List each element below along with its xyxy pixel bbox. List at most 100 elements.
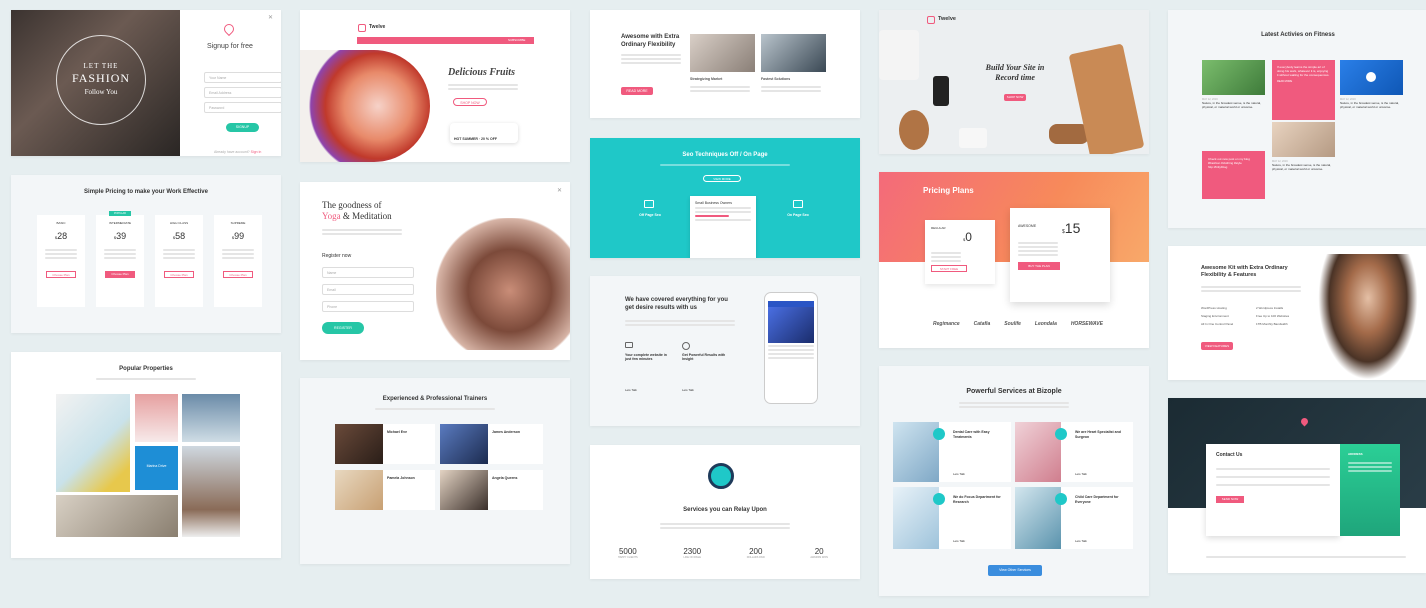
covered-link-1[interactable]: Lets Talk (625, 388, 637, 392)
property-image-4 (182, 446, 240, 537)
bread-image (899, 110, 929, 150)
fruits-brand: Twelve (369, 24, 386, 30)
plan-features (214, 241, 262, 267)
password-field[interactable]: Password (204, 102, 281, 113)
feature-item: 1TB Monthly Bandwidth (1256, 322, 1288, 326)
service-4-title: Child Care Department for Everyone (1075, 495, 1119, 504)
seo-center-card: Small Business Owners (690, 196, 756, 258)
plan-price: $99 (214, 231, 262, 241)
awesome-plan-card: AWESOME $15 BUY THE PLAN (1010, 208, 1110, 302)
plan-features (155, 241, 203, 267)
contact-send-button[interactable]: SEND NOW (1216, 496, 1244, 503)
service-photo-2 (1015, 422, 1061, 482)
feature-item: Staging Environment (1201, 314, 1229, 318)
client-logo: HORSEWAVE (1070, 321, 1103, 327)
fitness-tile-1: MAY 12, 2019 Nature, in the broadest sen… (1202, 98, 1265, 109)
regular-start-button[interactable]: START FREE (931, 265, 967, 272)
plan-basic: BASIC $28 Choose Plan (37, 215, 85, 307)
tooth-icon (933, 428, 945, 440)
account-text-label: Already have account? (214, 150, 250, 154)
shop-now-button[interactable]: SHOP NOW (453, 98, 487, 106)
property-featured-tile[interactable]: Marina Drive (135, 446, 178, 490)
popular-title: Popular Properties (119, 366, 173, 372)
plan-price: $58 (155, 231, 203, 241)
fitness-tile-2-link[interactable]: READ MORE (1277, 80, 1330, 83)
service-4-link[interactable]: Lets Talk (1075, 539, 1087, 543)
fruits-subscribe-button[interactable]: SUBSCRIBE (508, 38, 525, 42)
plan-cta-button[interactable]: Choose Plan (105, 271, 135, 278)
location-pin-icon (221, 21, 237, 37)
trainer-card-4: Angela Queens (440, 470, 543, 510)
account-text: Already have account? Sign in (214, 150, 261, 155)
card-pricing-plans: Pricing Plans REGULAR $0 START FREE AWES… (879, 172, 1149, 348)
fitness-tile-1-title: Nature, in the broadest sense, is the na… (1202, 101, 1262, 109)
plan-price-value: 28 (57, 231, 68, 241)
covered-link-2[interactable]: Lets Talk (682, 388, 694, 392)
awesome-buy-button[interactable]: BUY THE PLAN (1018, 262, 1060, 270)
gauge-icon (682, 342, 690, 350)
twelve-shop-button[interactable]: SHOP NOW (1004, 94, 1026, 101)
stat-label: AWARDS WON (810, 556, 828, 559)
contact-info-panel: ADDRESS (1340, 444, 1400, 536)
yoga-name-field[interactable]: Name (322, 267, 414, 278)
service-1-link[interactable]: Lets Talk (953, 472, 965, 476)
fitness-image-4 (1272, 122, 1335, 157)
card-popular-properties: Popular Properties Marina Drive (11, 352, 281, 558)
plan-price-value: 99 (234, 231, 245, 241)
trainer-name-4: Angela Queens (492, 476, 518, 480)
plan-name: HIGH CLASS (169, 221, 189, 225)
plan-features (96, 241, 144, 267)
email-field[interactable]: Email Address (204, 87, 281, 98)
service-2-link[interactable]: Lets Talk (1075, 472, 1087, 476)
yoga-email-field[interactable]: Email (322, 284, 414, 295)
plan-cta-button[interactable]: Choose Plan (223, 271, 253, 278)
yoga-register-button[interactable]: REGISTER (322, 322, 364, 334)
trainer-name-2: James Anderson (492, 430, 521, 434)
phone-mockup (764, 292, 818, 404)
signin-link[interactable]: Sign in (251, 150, 262, 154)
plan-name: SUPREME (230, 221, 246, 225)
signup-title: Signup for free (207, 43, 253, 50)
fitness-tile-2: If everybody learns the simple art of do… (1272, 60, 1335, 120)
sugar-cubes-image (959, 128, 987, 148)
trainer-card-2: James Anderson (440, 424, 543, 464)
view-other-services-button[interactable]: View Other Services (988, 565, 1042, 576)
service-2-title: We are Heart Specialist and Surgeon (1075, 430, 1121, 439)
flex-read-more-button[interactable]: READ MORE (621, 87, 653, 95)
service-3-title: We do Focus Department for Research (953, 495, 1001, 504)
plan-name: INTERMEDIATE (108, 221, 132, 225)
close-icon[interactable]: ✕ (268, 14, 273, 21)
name-field[interactable]: Your Name (204, 72, 281, 83)
feature-item: 2 Wordpress Installs (1256, 306, 1284, 310)
service-3-link[interactable]: Lets Talk (953, 539, 965, 543)
fitness-tile-3-title: Nature, in the broadest sense, is the na… (1340, 101, 1400, 109)
card-contact: Contact Us SEND NOW ADDRESS (1168, 398, 1426, 573)
stat-label: DOLLARS PAID (746, 556, 765, 559)
flex-item-2: Fastest Solutions (761, 77, 791, 81)
client-logo: Leondala (1034, 321, 1057, 327)
seo-title: Seo Techniques Off / On Page (682, 152, 768, 158)
signup-button[interactable]: SIGNUP (226, 123, 259, 132)
seo-view-more-button[interactable]: VIEW MORE (703, 175, 741, 182)
yoga-phone-field[interactable]: Phone (322, 301, 414, 312)
flex-item-1-desc (690, 84, 750, 94)
contact-form: Contact Us SEND NOW (1206, 444, 1340, 536)
plan-price-value: 58 (175, 231, 186, 241)
plan-cta-button[interactable]: Choose Plan (46, 271, 76, 278)
card-relay: Services you can Relay Upon 5000 HAPPY CL… (590, 445, 860, 579)
trainer-name-1: Michael Eve (387, 430, 408, 434)
stat-label: HAPPY CLIENTS (618, 556, 638, 559)
view-features-button[interactable]: VIEW FEATURES (1201, 342, 1233, 350)
fashion-headline-1: LET THE (83, 62, 119, 70)
card-covered: We have covered everything for you get d… (590, 276, 860, 426)
feature-item: Free Up to 100 Websites (1256, 314, 1290, 318)
play-icon[interactable] (1366, 72, 1376, 82)
seo-on-label: On Page Seo (787, 213, 809, 217)
twelve-logo-icon-2 (927, 16, 935, 24)
close-icon[interactable]: ✕ (557, 187, 562, 194)
plan-features (37, 241, 85, 267)
footer-line (1206, 554, 1406, 560)
twelve-title-1: Build Your Site in (985, 63, 1045, 72)
plan-cta-button[interactable]: Choose Plan (164, 271, 194, 278)
card-fashion-signup: LET THE FASHION Follow You ✕ Signup for … (11, 10, 281, 156)
